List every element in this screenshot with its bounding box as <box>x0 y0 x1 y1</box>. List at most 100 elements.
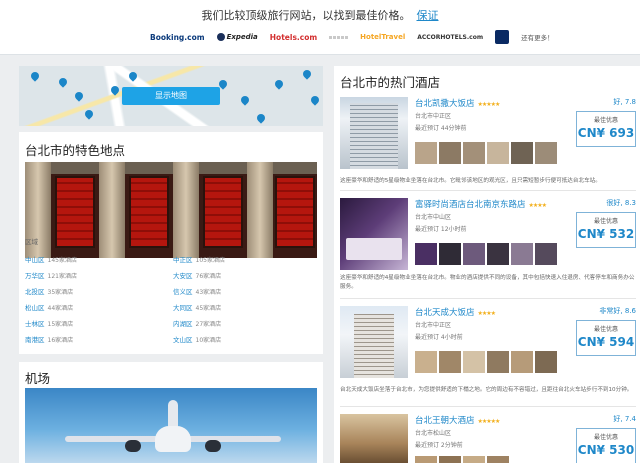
show-map-button[interactable]: 显示地图 <box>122 87 220 105</box>
expedia-globe-icon <box>216 33 225 41</box>
hotel-thumbnail[interactable] <box>487 142 509 164</box>
star-rating-icon: ★★★★★ <box>477 101 501 108</box>
district-item[interactable]: 中山区 145家酒店 <box>25 254 173 264</box>
hotel-thumbnail[interactable] <box>511 351 533 373</box>
hotel-district: 台北市松山区 <box>415 430 452 437</box>
featured-places-title: 台北市的特色地点 <box>25 143 126 158</box>
hotel-thumbnail[interactable] <box>439 351 461 373</box>
hotel-thumbnail[interactable] <box>487 351 509 373</box>
bestwestern-logo <box>495 30 510 44</box>
hotel-thumbnail[interactable] <box>439 142 461 164</box>
hotel-price: CN¥ 532 <box>577 227 635 241</box>
hotel-recent-booking: 最近预订 4小时前 <box>415 334 463 341</box>
district-item[interactable]: 内湖区 27家酒店 <box>173 318 317 328</box>
featured-place-photo[interactable] <box>25 162 317 258</box>
hotel-thumbnail[interactable] <box>439 456 461 463</box>
hotel-thumbnails <box>415 243 557 265</box>
accor-logo: ACCORHOTELS.com <box>417 33 484 41</box>
hotel-photo[interactable] <box>340 306 408 378</box>
district-item[interactable]: 文山区 10家酒店 <box>173 334 317 344</box>
expedia-logo: Expedia <box>216 33 258 41</box>
hotel-thumbnail[interactable] <box>463 351 485 373</box>
hotel-thumbnail[interactable] <box>535 351 557 373</box>
more-partners-text: 还有更多！ <box>521 34 554 42</box>
best-deal-button[interactable]: 最佳优惠 CN¥ 693 <box>576 111 636 147</box>
district-item[interactable]: 松山区 44家酒店 <box>25 302 173 312</box>
star-rating-icon: ★★★★ <box>528 202 547 209</box>
booking-logo: Booking.com <box>150 32 205 42</box>
best-deal-button[interactable]: 最佳优惠 CN¥ 532 <box>576 212 636 248</box>
hotel-recent-booking: 最近预订 2分钟前 <box>415 442 463 449</box>
district-label: 区域 <box>25 238 38 246</box>
district-item[interactable]: 北投区 35家酒店 <box>25 286 173 296</box>
district-item[interactable]: 万华区 121家酒店 <box>25 270 173 280</box>
featured-places-card: 台北市的特色地点 区域 中山区 145家酒店 中正区 105家酒店 万华区 121家酒… <box>19 132 323 354</box>
hotel-thumbnails <box>415 456 509 463</box>
hotel-thumbnail[interactable] <box>415 351 437 373</box>
hotel-thumbnail[interactable] <box>535 243 557 265</box>
hotel-photo[interactable] <box>340 198 408 270</box>
headline-text: 我们比较顶级旅行网站，以找到最佳价格。 <box>201 9 411 22</box>
hotel-recent-booking: 最近预订 44分钟前 <box>415 125 467 132</box>
district-item[interactable]: 大同区 45家酒店 <box>173 302 317 312</box>
hotel-photo[interactable] <box>340 97 408 169</box>
hotel-recent-booking: 最近预订 12小时前 <box>415 226 467 233</box>
hotel-thumbnail[interactable] <box>511 243 533 265</box>
best-deal-label: 最佳优惠 <box>593 117 618 124</box>
guarantee-link[interactable]: 保证 <box>417 9 439 22</box>
hotel-name-link[interactable]: 台北王朝大酒店 ★★★★★ <box>415 414 501 426</box>
airport-card: 机场 <box>19 362 323 463</box>
headline: 我们比较顶级旅行网站，以找到最佳价格。 保证 <box>0 7 640 23</box>
hotel-description: 台北天成大饭店坐落于台北市，为您提供舒适的下榻之地。它的周边有不容错过，且距往台… <box>340 387 633 393</box>
district-item[interactable]: 大安区 76家酒店 <box>173 270 317 280</box>
hotel-thumbnail[interactable] <box>463 243 485 265</box>
best-deal-label: 最佳优惠 <box>593 218 618 225</box>
hoteltravel-logo: HotelTravel <box>360 33 406 41</box>
hotel-thumbnail[interactable] <box>415 142 437 164</box>
popular-hotels-title: 台北市的热门酒店 <box>340 75 441 90</box>
hotel-price: CN¥ 594 <box>577 335 635 349</box>
hotel-name-link[interactable]: 台北天成大饭店 ★★★★ <box>415 306 496 318</box>
district-item[interactable]: 士林区 15家酒店 <box>25 318 173 328</box>
top-banner: 我们比较顶级旅行网站，以找到最佳价格。 保证 Booking.com Expedi… <box>0 0 640 55</box>
hotel-thumbnail[interactable] <box>415 243 437 265</box>
hotel-thumbnail[interactable] <box>439 243 461 265</box>
hotel-district: 台北市中山区 <box>415 214 452 221</box>
hotel-price: CN¥ 530 <box>577 443 635 457</box>
hotel-rating: 很好, 8.3 <box>606 199 636 207</box>
hotel-divider <box>340 298 636 299</box>
district-item[interactable]: 信义区 43家酒店 <box>173 286 317 296</box>
hotel-rating: 非常好, 8.6 <box>599 307 636 315</box>
hotel-rating: 好, 7.4 <box>613 415 636 423</box>
star-rating-icon: ★★★★★ <box>477 418 501 425</box>
hotel-thumbnail[interactable] <box>463 142 485 164</box>
best-deal-label: 最佳优惠 <box>593 434 618 441</box>
hotel-name-link[interactable]: 台北凯撒大饭店 ★★★★★ <box>415 97 501 109</box>
best-deal-label: 最佳优惠 <box>593 326 618 333</box>
hotel-divider <box>340 190 636 191</box>
hotel-thumbnails <box>415 351 557 373</box>
popular-hotels-card: 台北市的热门酒店 台北凯撒大饭店 ★★★★★ 台北市中正区 最近预订 44分钟前 … <box>334 66 640 463</box>
best-deal-button[interactable]: 最佳优惠 CN¥ 530 <box>576 428 636 463</box>
hotel-rating: 好, 7.8 <box>613 98 636 106</box>
hotel-name-link[interactable]: 富驿时尚酒店台北南京东路店 ★★★★ <box>415 198 547 210</box>
district-item[interactable]: 中正区 105家酒店 <box>173 254 317 264</box>
hotel-district: 台北市中正区 <box>415 322 452 329</box>
best-deal-button[interactable]: 最佳优惠 CN¥ 594 <box>576 320 636 356</box>
airport-photo[interactable] <box>25 388 317 463</box>
hotel-thumbnail[interactable] <box>535 142 557 164</box>
hotel-description: 这座豪华和舒适的4星级物业坐落在台北市。物业的酒店提供不同的设备，其中包括快速入… <box>340 275 635 290</box>
partner-logos: Booking.com Expedia Hotels.com HotelTrav… <box>150 30 554 44</box>
hotel-thumbnail[interactable] <box>415 456 437 463</box>
hotel-thumbnail[interactable] <box>511 142 533 164</box>
star-rating-icon: ★★★★ <box>477 310 496 317</box>
map-preview[interactable]: 显示地图 <box>19 66 323 126</box>
hotel-thumbnail[interactable] <box>487 243 509 265</box>
hotel-thumbnail[interactable] <box>487 456 509 463</box>
district-item[interactable]: 南港区 16家酒店 <box>25 334 173 344</box>
hotel-thumbnail[interactable] <box>463 456 485 463</box>
airport-title: 机场 <box>25 371 51 386</box>
hotel-divider <box>340 406 636 407</box>
hotels-logo: Hotels.com <box>269 32 318 42</box>
hotel-photo[interactable] <box>340 414 408 463</box>
